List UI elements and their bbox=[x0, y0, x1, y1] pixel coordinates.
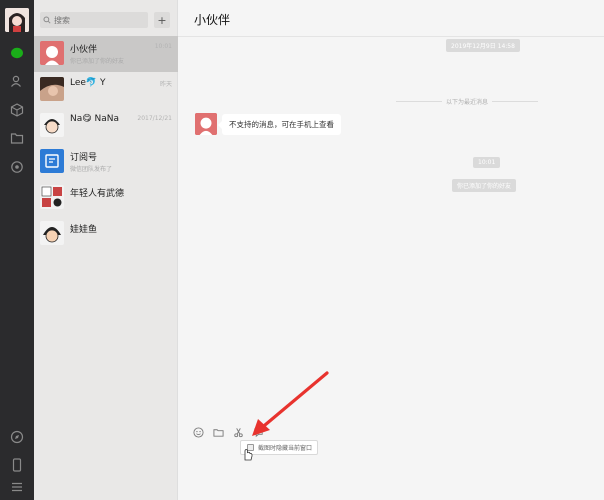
annotation-arrow bbox=[252, 371, 329, 436]
hand-cursor-icon bbox=[244, 449, 253, 461]
